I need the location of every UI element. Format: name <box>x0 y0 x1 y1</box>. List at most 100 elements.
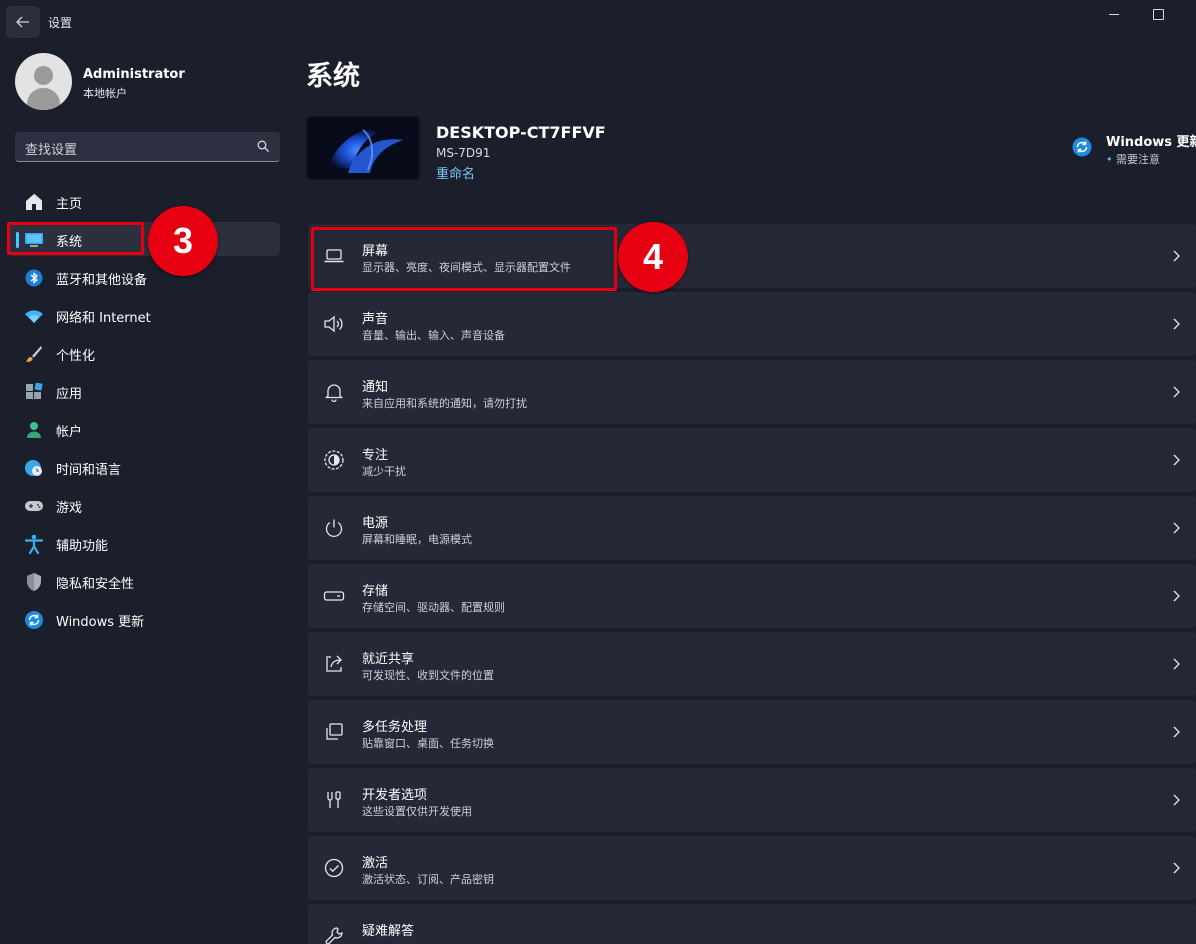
step-badge-4: 4 <box>618 222 688 292</box>
sidebar-item-label: 游戏 <box>56 501 83 516</box>
wifi-icon <box>24 306 44 326</box>
card-subtitle: 来自应用和系统的通知，请勿打扰 <box>362 397 527 410</box>
settings-card-developer-options[interactable]: 开发者选项 这些设置仅供开发使用 <box>308 768 1196 832</box>
settings-card-multitasking[interactable]: 多任务处理 贴靠窗口、桌面、任务切换 <box>308 700 1196 764</box>
windows-update-title[interactable]: Windows 更新 <box>1106 131 1196 150</box>
card-subtitle: 激活状态、订阅、产品密钥 <box>362 873 494 886</box>
sidebar-item-label: 隐私和安全性 <box>56 577 135 592</box>
sidebar-item-label: 个性化 <box>56 349 96 364</box>
search-placeholder: 查找设置 <box>25 143 78 158</box>
sidebar-item-label: 时间和语言 <box>56 463 122 478</box>
sidebar-item-label: 蓝牙和其他设备 <box>56 273 148 288</box>
settings-card-activation[interactable]: 激活 激活状态、订阅、产品密钥 <box>308 836 1196 900</box>
settings-card-sound[interactable]: 声音 音量、输出、输入、声音设备 <box>308 292 1196 356</box>
page-title: 系统 <box>306 61 360 92</box>
chevron-right-icon <box>1173 250 1180 262</box>
account-type: 本地帐户 <box>83 87 127 100</box>
gamepad-icon <box>24 496 44 516</box>
check-circle-icon <box>322 857 346 879</box>
person-icon <box>24 420 44 440</box>
chevron-right-icon <box>1173 590 1180 602</box>
home-icon <box>24 192 44 212</box>
card-title: 声音 <box>362 312 389 327</box>
settings-card-focus[interactable]: 专注 减少干扰 <box>308 428 1196 492</box>
card-title: 电源 <box>362 516 389 531</box>
highlight-box-system <box>7 222 144 255</box>
chevron-right-icon <box>1173 318 1180 330</box>
chevron-right-icon <box>1173 862 1180 874</box>
avatar[interactable] <box>15 53 72 110</box>
sidebar-item-personalization[interactable]: 个性化 <box>8 336 280 370</box>
user-name: Administrator <box>83 67 185 82</box>
rename-link[interactable]: 重命名 <box>436 163 475 182</box>
chevron-right-icon <box>1173 522 1180 534</box>
storage-icon <box>322 585 346 607</box>
windows-update-status: • 需要注意 <box>1106 151 1160 167</box>
card-subtitle: 贴靠窗口、桌面、任务切换 <box>362 737 494 750</box>
settings-card-troubleshoot[interactable]: 疑难解答 <box>308 904 1196 944</box>
sidebar-item-accounts[interactable]: 帐户 <box>8 412 280 446</box>
speaker-icon <box>322 313 346 335</box>
sidebar-item-label: 主页 <box>56 197 83 212</box>
sidebar-item-label: Windows 更新 <box>56 615 145 630</box>
sync-icon <box>24 610 44 630</box>
sidebar-item-accessibility[interactable]: 辅助功能 <box>8 526 280 560</box>
settings-card-power[interactable]: 电源 屏幕和睡眠，电源模式 <box>308 496 1196 560</box>
bluetooth-icon <box>24 268 44 288</box>
sidebar-item-apps[interactable]: 应用 <box>8 374 280 408</box>
sidebar-item-time-language[interactable]: 时间和语言 <box>8 450 280 484</box>
chevron-right-icon <box>1173 794 1180 806</box>
card-subtitle: 这些设置仅供开发使用 <box>362 805 472 818</box>
sidebar-item-label: 网络和 Internet <box>56 311 151 326</box>
title-bar: 设置 <box>0 0 1196 44</box>
bell-icon <box>322 381 346 403</box>
minimize-button[interactable] <box>1104 4 1124 24</box>
settings-card-notifications[interactable]: 通知 来自应用和系统的通知，请勿打扰 <box>308 360 1196 424</box>
sidebar-item-gaming[interactable]: 游戏 <box>8 488 280 522</box>
brush-icon <box>24 344 44 364</box>
search-icon <box>257 140 269 152</box>
card-title: 激活 <box>362 856 389 871</box>
device-name: DESKTOP-CT7FFVF <box>436 123 606 142</box>
card-subtitle: 屏幕和睡眠，电源模式 <box>362 533 472 546</box>
card-subtitle: 存储空间、驱动器、配置规则 <box>362 601 505 614</box>
focus-icon <box>322 449 346 471</box>
maximize-button[interactable] <box>1148 4 1168 24</box>
card-title: 就近共享 <box>362 652 415 667</box>
card-title: 开发者选项 <box>362 788 428 803</box>
card-title: 通知 <box>362 380 389 395</box>
settings-card-nearby-sharing[interactable]: 就近共享 可发现性、收到文件的位置 <box>308 632 1196 696</box>
windows-update-status-text: 需要注意 <box>1116 153 1160 166</box>
wrench-icon <box>322 925 346 944</box>
highlight-box-display <box>311 227 617 291</box>
sidebar-item-label: 应用 <box>56 387 83 402</box>
apps-icon <box>24 382 44 402</box>
card-title: 疑难解答 <box>362 924 415 939</box>
sidebar-item-bluetooth[interactable]: 蓝牙和其他设备 <box>8 260 280 294</box>
device-wallpaper-thumbnail <box>306 116 420 180</box>
sidebar-item-windows-update[interactable]: Windows 更新 <box>8 602 280 636</box>
search-input[interactable]: 查找设置 <box>15 132 280 162</box>
sidebar-item-label: 帐户 <box>56 425 83 440</box>
device-model: MS-7D91 <box>436 146 491 160</box>
share-icon <box>322 653 346 675</box>
status-dot: • <box>1106 153 1116 166</box>
globe-clock-icon <box>24 458 44 478</box>
shield-icon <box>24 572 44 592</box>
card-subtitle: 可发现性、收到文件的位置 <box>362 669 494 682</box>
chevron-right-icon <box>1173 454 1180 466</box>
sidebar-item-home[interactable]: 主页 <box>8 184 280 218</box>
accessibility-icon <box>24 534 44 554</box>
card-subtitle: 音量、输出、输入、声音设备 <box>362 329 505 342</box>
developer-icon <box>322 789 346 811</box>
sidebar-item-network[interactable]: 网络和 Internet <box>8 298 280 332</box>
back-button[interactable] <box>6 6 40 38</box>
back-arrow-icon <box>16 16 29 28</box>
card-title: 多任务处理 <box>362 720 428 735</box>
app-title: 设置 <box>48 16 73 30</box>
chevron-right-icon <box>1173 658 1180 670</box>
settings-card-storage[interactable]: 存储 存储空间、驱动器、配置规则 <box>308 564 1196 628</box>
windows-update-icon[interactable] <box>1072 137 1092 157</box>
sidebar-item-privacy[interactable]: 隐私和安全性 <box>8 564 280 598</box>
card-title: 存储 <box>362 584 389 599</box>
